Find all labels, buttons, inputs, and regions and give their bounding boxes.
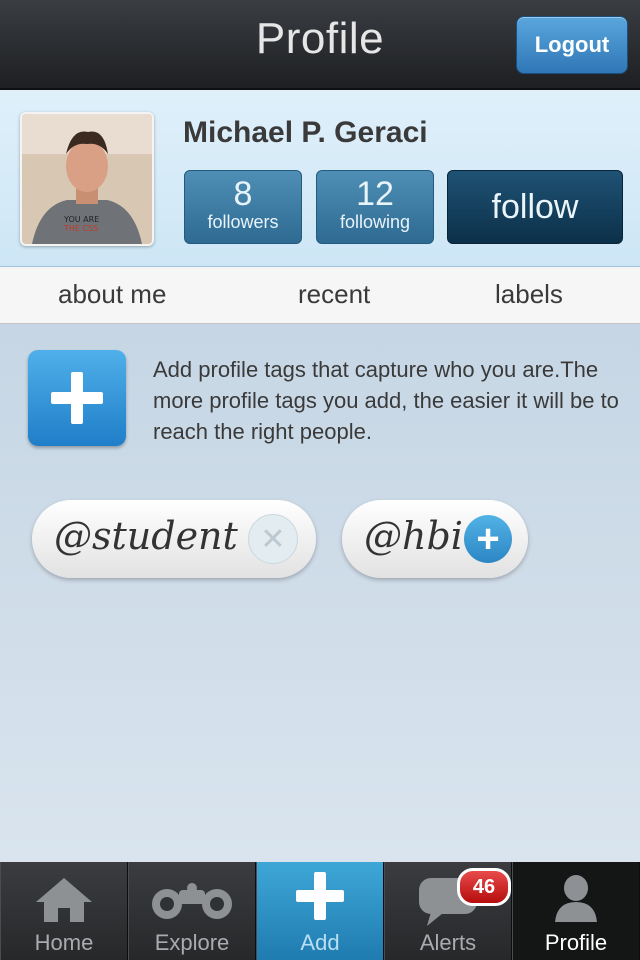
tabbar-label: Home: [34, 930, 94, 955]
followers-count: 8: [233, 175, 253, 213]
tab-recent[interactable]: recent: [298, 279, 370, 310]
bottom-tab-bar: Home Explore Add 46 Alerts Profile: [0, 862, 640, 960]
followers-button[interactable]: 8 followers: [184, 170, 302, 244]
svg-text:YOU ARE: YOU ARE: [63, 215, 99, 224]
tags-hint-text: Add profile tags that capture who you ar…: [153, 357, 619, 444]
tabbar-add[interactable]: Add: [256, 862, 384, 960]
following-label: following: [339, 212, 411, 232]
tabbar-profile[interactable]: Profile: [512, 862, 640, 960]
alerts-badge: 46: [457, 868, 511, 906]
tabbar-home[interactable]: Home: [0, 862, 128, 960]
tabbar-label: Add: [300, 930, 340, 955]
tag-text: @student: [54, 514, 238, 558]
follow-button[interactable]: follow: [447, 170, 623, 244]
person-icon: [555, 875, 597, 922]
following-count: 12: [356, 175, 394, 213]
following-button[interactable]: 12 following: [316, 170, 434, 244]
tabbar-label: Alerts: [419, 930, 477, 955]
add-tag-button[interactable]: [28, 350, 126, 446]
plus-icon: [296, 872, 344, 920]
tabbar-explore[interactable]: Explore: [128, 862, 256, 960]
profile-card: YOU ARE THE CSS Michael P. Geraci 8 foll…: [0, 90, 640, 267]
avatar-photo: YOU ARE THE CSS: [22, 114, 152, 244]
tag-pill-student[interactable]: @student ✕: [32, 500, 316, 578]
add-tag-icon[interactable]: +: [464, 515, 512, 563]
tab-labels[interactable]: labels: [495, 279, 563, 310]
tabbar-alerts[interactable]: 46 Alerts: [384, 862, 512, 960]
logout-button[interactable]: Logout: [516, 16, 628, 74]
tags-panel: Add profile tags that capture who you ar…: [0, 324, 640, 862]
home-icon: [36, 878, 92, 922]
remove-tag-icon[interactable]: ✕: [248, 514, 298, 564]
followers-label: followers: [207, 212, 279, 232]
tag-pill-hbic[interactable]: @hbic +: [342, 500, 528, 578]
tab-about-me[interactable]: about me: [58, 279, 166, 310]
nav-header: Profile Logout: [0, 0, 640, 90]
binoculars-icon: [152, 883, 232, 919]
tabbar-label: Profile: [544, 930, 608, 955]
profile-tabs: about me recent labels: [0, 267, 640, 324]
svg-text:THE CSS: THE CSS: [63, 224, 98, 233]
plus-icon-bar: [51, 392, 103, 404]
profile-name: Michael P. Geraci: [183, 116, 428, 149]
avatar: YOU ARE THE CSS: [20, 112, 154, 246]
tabbar-label: Explore: [154, 930, 230, 955]
